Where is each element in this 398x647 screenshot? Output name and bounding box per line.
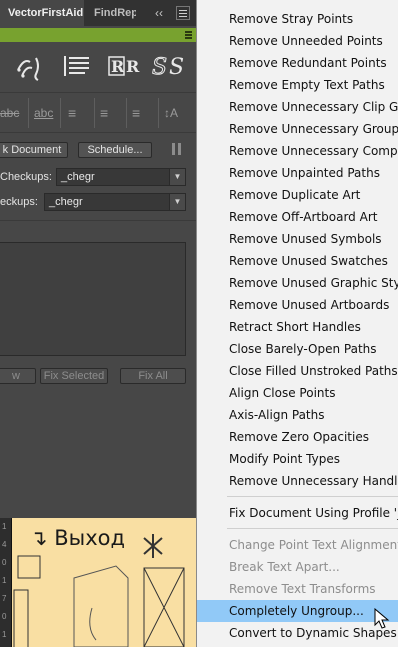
divider [28, 98, 29, 128]
chevron-down-icon[interactable]: ▼ [169, 194, 185, 210]
tab-findrep[interactable]: FindRep [86, 0, 136, 26]
menu-item-remove-empty-text-paths[interactable]: Remove Empty Text Paths [197, 74, 398, 96]
menu-item-remove-unused-symbols[interactable]: Remove Unused Symbols [197, 228, 398, 250]
menu-item-close-barely-open-paths[interactable]: Close Barely-Open Paths [197, 338, 398, 360]
checkups-label-2: eckups: [0, 196, 38, 208]
strike-text-icon[interactable]: abc [0, 100, 19, 126]
menu-item-break-text-apart[interactable]: Break Text Apart... [197, 556, 398, 578]
divider [0, 220, 196, 221]
menu-item-remove-unnecessary-clip-groups[interactable]: Remove Unnecessary Clip Groups [197, 96, 398, 118]
checkups-select[interactable]: _chegr ▼ [56, 168, 186, 186]
menu-item-remove-stray-points[interactable]: Remove Stray Points [197, 8, 398, 30]
artboard-canvas[interactable]: 1 4 0 1 7 0 1 ↴ Выход [0, 518, 196, 647]
checkups-value-2: _chegr [49, 196, 83, 208]
menu-item-remove-zero-opacities[interactable]: Remove Zero Opacities [197, 426, 398, 448]
fix-selected-button[interactable]: Fix Selected [40, 368, 108, 384]
menu-item-remove-redundant-points[interactable]: Remove Redundant Points [197, 52, 398, 74]
menu-item-fix-document-using-profile-che[interactable]: Fix Document Using Profile '_che [197, 502, 398, 524]
menu-item-remove-unnecessary-handles[interactable]: Remove Unnecessary Handles [197, 470, 398, 492]
collapse-icon[interactable]: ‹‹ [152, 6, 166, 20]
menu-item-completely-ungroup[interactable]: Completely Ungroup... [197, 600, 398, 622]
svg-text:R: R [111, 57, 125, 76]
menu-item-convert-to-dynamic-shapes[interactable]: Convert to Dynamic Shapes [197, 622, 398, 644]
divider [0, 92, 196, 93]
align-center-icon[interactable]: ≡ [100, 100, 108, 126]
menu-item-remove-unnecessary-groups[interactable]: Remove Unnecessary Groups [197, 118, 398, 140]
menu-item-remove-unnecessary-compound[interactable]: Remove Unnecessary Compound [197, 140, 398, 162]
divider [158, 98, 159, 128]
menu-item-remove-unpainted-paths[interactable]: Remove Unpainted Paths [197, 162, 398, 184]
panel-menu-icon[interactable] [176, 6, 190, 20]
checkups-select-2[interactable]: _chegr ▼ [44, 193, 186, 211]
menu-item-axis-align-paths[interactable]: Axis-Align Paths [197, 404, 398, 426]
checkups-label: Checkups: [0, 171, 52, 183]
menu-item-remove-unused-artboards[interactable]: Remove Unused Artboards [197, 294, 398, 316]
svg-text:S: S [169, 55, 184, 80]
svg-text:S: S [152, 55, 167, 80]
path-tool-icon[interactable] [14, 52, 46, 93]
checkups-value: _chegr [61, 171, 95, 183]
chevron-down-icon[interactable]: ▼ [169, 169, 185, 185]
panel-tab-bar: VectorFirstAid FindRep ‹‹ [0, 0, 196, 26]
menu-item-remove-unused-graphic-styles[interactable]: Remove Unused Graphic Styles [197, 272, 398, 294]
flyout-menu-icon[interactable] [185, 31, 192, 39]
menu-item-change-point-text-alignment[interactable]: Change Point Text Alignment... [197, 534, 398, 556]
mouse-cursor-icon [374, 608, 390, 629]
menu-item-remove-duplicate-art[interactable]: Remove Duplicate Art [197, 184, 398, 206]
artwork-drawing [13, 534, 185, 647]
menu-item-modify-point-types[interactable]: Modify Point Types [197, 448, 398, 470]
raster-r-icon[interactable]: RR [108, 52, 140, 91]
panel-header-bar [0, 28, 196, 42]
divider [126, 98, 127, 128]
fix-all-button[interactable]: Fix All [120, 368, 186, 384]
svg-text:R: R [126, 57, 140, 76]
schedule-button[interactable]: Schedule... [78, 142, 152, 158]
menu-item-close-filled-unstroked-paths[interactable]: Close Filled Unstroked Paths [197, 360, 398, 382]
align-left-icon[interactable]: ≡ [68, 100, 76, 126]
context-menu: Remove Stray Points Remove Unneeded Point… [196, 0, 398, 647]
menu-item-align-close-points[interactable]: Align Close Points [197, 382, 398, 404]
divider [94, 98, 95, 128]
menu-item-remove-unused-swatches[interactable]: Remove Unused Swatches [197, 250, 398, 272]
menu-item-remove-off-artboard-art[interactable]: Remove Off-Artboard Art [197, 206, 398, 228]
menu-separator [227, 528, 398, 529]
text-lines-icon[interactable] [62, 52, 92, 91]
menu-item-retract-short-handles[interactable]: Retract Short Handles [197, 316, 398, 338]
vector-first-aid-panel: VectorFirstAid FindRep ‹‹ RR SS abc abc … [0, 0, 196, 647]
vertical-ruler: 1 4 0 1 7 0 1 [0, 518, 12, 647]
fix-button[interactable]: w [0, 368, 36, 384]
menu-item-remove-unneeded-points[interactable]: Remove Unneeded Points [197, 30, 398, 52]
tab-vectorfirstaid[interactable]: VectorFirstAid [0, 0, 84, 26]
underline-text-icon[interactable]: abc [34, 100, 53, 126]
divider [60, 98, 61, 128]
text-scale-icon[interactable]: ↕A [164, 100, 178, 126]
text-tool-row: abc abc ≡ ≡ ≡ ↕A [0, 100, 196, 134]
results-list[interactable] [0, 242, 186, 356]
check-document-button[interactable]: k Document [0, 142, 68, 158]
swatch-s-icon[interactable]: SS [152, 52, 188, 91]
align-right-icon[interactable]: ≡ [132, 100, 140, 126]
divider [0, 132, 196, 133]
pause-icon[interactable] [172, 143, 182, 155]
menu-separator [227, 496, 398, 497]
menu-item-remove-text-transforms[interactable]: Remove Text Transforms [197, 578, 398, 600]
tool-icon-row: RR SS [0, 52, 196, 86]
